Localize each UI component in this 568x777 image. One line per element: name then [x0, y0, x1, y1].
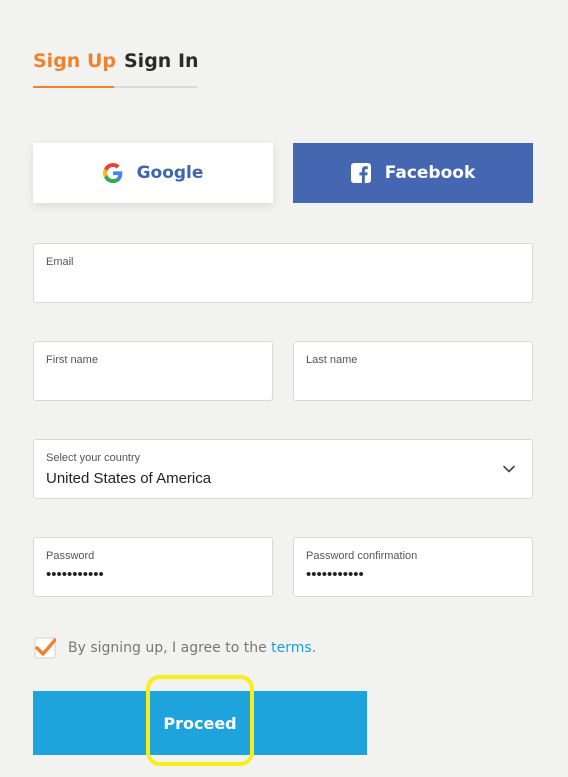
first-name-label: First name	[46, 354, 98, 366]
password-confirmation-label: Password confirmation	[306, 550, 418, 562]
first-name-field[interactable]: First name	[33, 341, 273, 401]
proceed-button[interactable]: Proceed	[33, 691, 367, 755]
password-confirmation-field[interactable]: Password confirmation •••••••••••	[293, 537, 533, 597]
email-label: Email	[46, 256, 74, 268]
google-button-label: Google	[136, 163, 204, 183]
email-field[interactable]: Email	[33, 243, 533, 303]
proceed-button-label: Proceed	[163, 713, 237, 733]
facebook-icon	[350, 163, 371, 183]
terms-checkbox[interactable]	[34, 637, 57, 659]
terms-text: By signing up, I agree to the terms.	[68, 640, 316, 656]
password-field[interactable]: Password •••••••••••	[33, 537, 273, 597]
password-value: •••••••••••	[46, 566, 104, 583]
terms-prefix: By signing up, I agree to the	[68, 640, 272, 656]
terms-link[interactable]: terms	[271, 640, 312, 656]
google-icon	[102, 163, 123, 183]
google-signup-button[interactable]: Google	[33, 143, 273, 203]
tab-sign-in[interactable]: Sign In	[124, 48, 199, 74]
facebook-signup-button[interactable]: Facebook	[293, 143, 533, 203]
tab-active-indicator	[33, 86, 114, 88]
tab-sign-up[interactable]: Sign Up	[33, 48, 116, 74]
country-select[interactable]: Select your country United States of Ame…	[33, 439, 533, 499]
last-name-label: Last name	[306, 354, 358, 366]
auth-tabs: Sign Up Sign In	[33, 48, 199, 88]
country-value: United States of America	[46, 470, 212, 487]
password-label: Password	[46, 550, 95, 562]
facebook-button-label: Facebook	[384, 163, 476, 183]
chevron-down-icon	[502, 462, 516, 476]
checkmark-icon	[34, 637, 57, 659]
country-label: Select your country	[46, 452, 141, 464]
last-name-field[interactable]: Last name	[293, 341, 533, 401]
terms-suffix: .	[311, 640, 317, 656]
password-confirmation-value: •••••••••••	[306, 566, 364, 583]
